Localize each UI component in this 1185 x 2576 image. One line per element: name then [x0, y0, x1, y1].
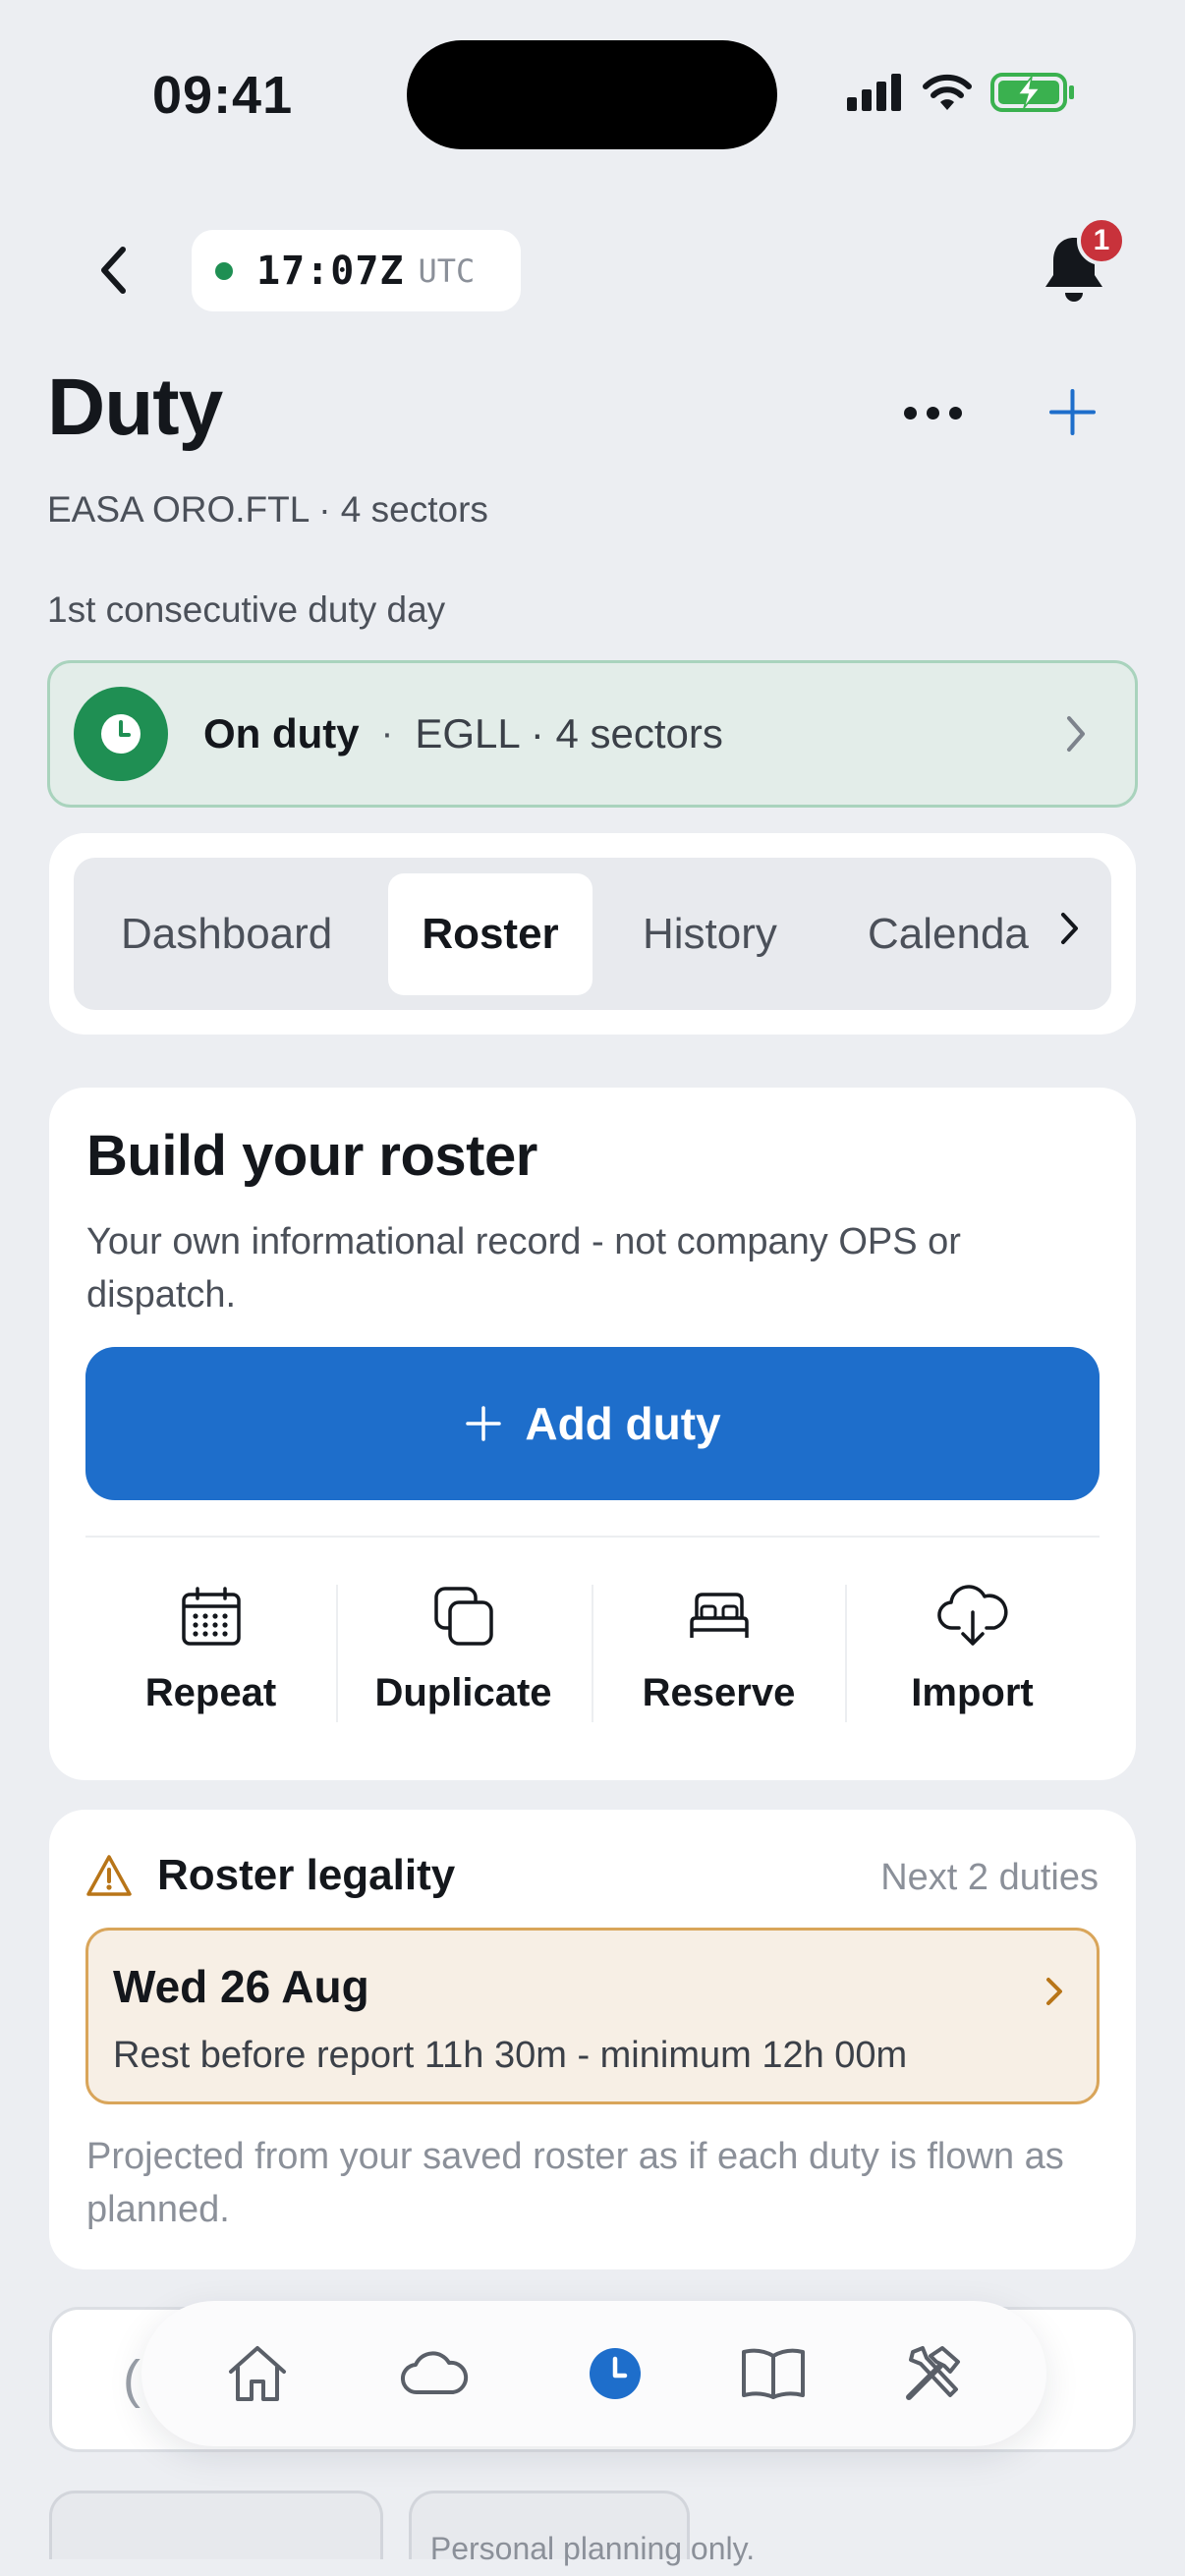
roster-legality-card: Roster legality Next 2 duties Wed 26 Aug…: [49, 1810, 1136, 2269]
more-dot-icon: [904, 406, 917, 420]
wifi-icon: [923, 74, 972, 110]
home-icon: [229, 2346, 286, 2401]
more-dot-icon: [927, 406, 939, 420]
import-button[interactable]: Import: [847, 1585, 1098, 1732]
battery-charging-icon: [990, 73, 1074, 112]
partial-icon: (: [123, 2350, 141, 2409]
tab-duty[interactable]: [576, 2334, 654, 2413]
add-icon[interactable]: [1045, 385, 1100, 439]
roster-legality-title: Roster legality: [157, 1851, 456, 1899]
legality-footnote: Projected from your saved roster as if e…: [86, 2136, 1064, 2230]
issue-message: Rest before report 11h 30m - minimum 12h…: [113, 2035, 908, 2076]
duplicate-label: Duplicate: [374, 1671, 552, 1714]
tab-calendar[interactable]: Calenda: [868, 873, 1029, 995]
clock-icon: [74, 687, 168, 781]
plus-icon: [466, 1406, 502, 1441]
tools-icon: [906, 2346, 960, 2400]
more-options-button[interactable]: [896, 388, 970, 437]
book-icon: [742, 2348, 805, 2399]
build-roster-description: Your own informational record - not comp…: [86, 1221, 961, 1316]
consecutive-duty-day: 1st consecutive duty day: [47, 589, 446, 630]
issue-date: Wed 26 Aug: [113, 1961, 369, 2012]
live-status-dot: [215, 261, 233, 280]
regulation-subtitle: EASA ORO.FTL · 4 sectors: [47, 489, 488, 530]
separator: ·: [380, 712, 394, 755]
back-button[interactable]: [88, 241, 138, 300]
calendar-grid-icon: [181, 1587, 241, 1646]
duty-detail: EGLL · 4 sectors: [415, 710, 723, 756]
chevron-right-icon[interactable]: [1058, 907, 1082, 950]
utc-clock[interactable]: 17:07Z UTC: [192, 230, 521, 311]
cellular-signal-icon: [847, 74, 901, 111]
status-icons: [847, 73, 1075, 112]
tab-history[interactable]: History: [643, 873, 777, 995]
utc-time: 17:07Z: [256, 248, 405, 294]
duplicate-button[interactable]: Duplicate: [338, 1585, 589, 1732]
tab-dashboard[interactable]: Dashboard: [121, 873, 332, 995]
copy-icon: [433, 1587, 493, 1646]
legality-scope: Next 2 duties: [880, 1857, 1099, 1898]
status-time: 09:41: [152, 66, 294, 125]
notification-badge: 1: [1077, 216, 1126, 265]
segment-tabs: Dashboard Roster History Calenda: [74, 858, 1111, 1010]
add-duty-button[interactable]: Add duty: [85, 1347, 1100, 1500]
chevron-right-icon: [1046, 1978, 1062, 2005]
chevron-left-icon: [101, 247, 126, 294]
segment-tabs-card: Dashboard Roster History Calenda: [49, 833, 1136, 1035]
import-label: Import: [911, 1671, 1034, 1714]
repeat-label: Repeat: [144, 1671, 277, 1714]
footer-note: Personal planning only.: [429, 2531, 756, 2566]
tab-weather[interactable]: [395, 2334, 474, 2413]
more-dot-icon: [949, 406, 962, 420]
reserve-label: Reserve: [642, 1671, 796, 1714]
utc-label: UTC: [418, 252, 476, 290]
on-duty-card[interactable]: On duty · EGLL · 4 sectors: [47, 660, 1138, 808]
chevron-right-icon: [1067, 716, 1085, 752]
tab-library[interactable]: [734, 2334, 813, 2413]
add-duty-label: Add duty: [525, 1398, 721, 1449]
warning-icon: [86, 1855, 132, 1896]
cloud-icon: [400, 2351, 469, 2395]
repeat-button[interactable]: Repeat: [85, 1585, 336, 1732]
cloud-download-icon: [936, 1585, 1007, 1646]
divider: [85, 1536, 1100, 1538]
tab-tools[interactable]: [894, 2334, 973, 2413]
reserve-button[interactable]: Reserve: [593, 1585, 844, 1732]
tab-home[interactable]: [218, 2334, 297, 2413]
bottom-tab-bar: [141, 2301, 1046, 2446]
legality-issue-item[interactable]: Wed 26 Aug Rest before report 11h 30m - …: [85, 1928, 1100, 2104]
build-roster-card: Build your roster Your own informational…: [49, 1088, 1136, 1780]
duty-status: On duty: [203, 710, 360, 756]
tab-roster[interactable]: Roster: [388, 873, 592, 995]
bed-icon: [689, 1593, 749, 1638]
build-roster-title: Build your roster: [86, 1124, 537, 1188]
dynamic-island: [407, 40, 777, 149]
duty-clock-icon: [590, 2348, 641, 2399]
page-title: Duty: [47, 363, 223, 452]
